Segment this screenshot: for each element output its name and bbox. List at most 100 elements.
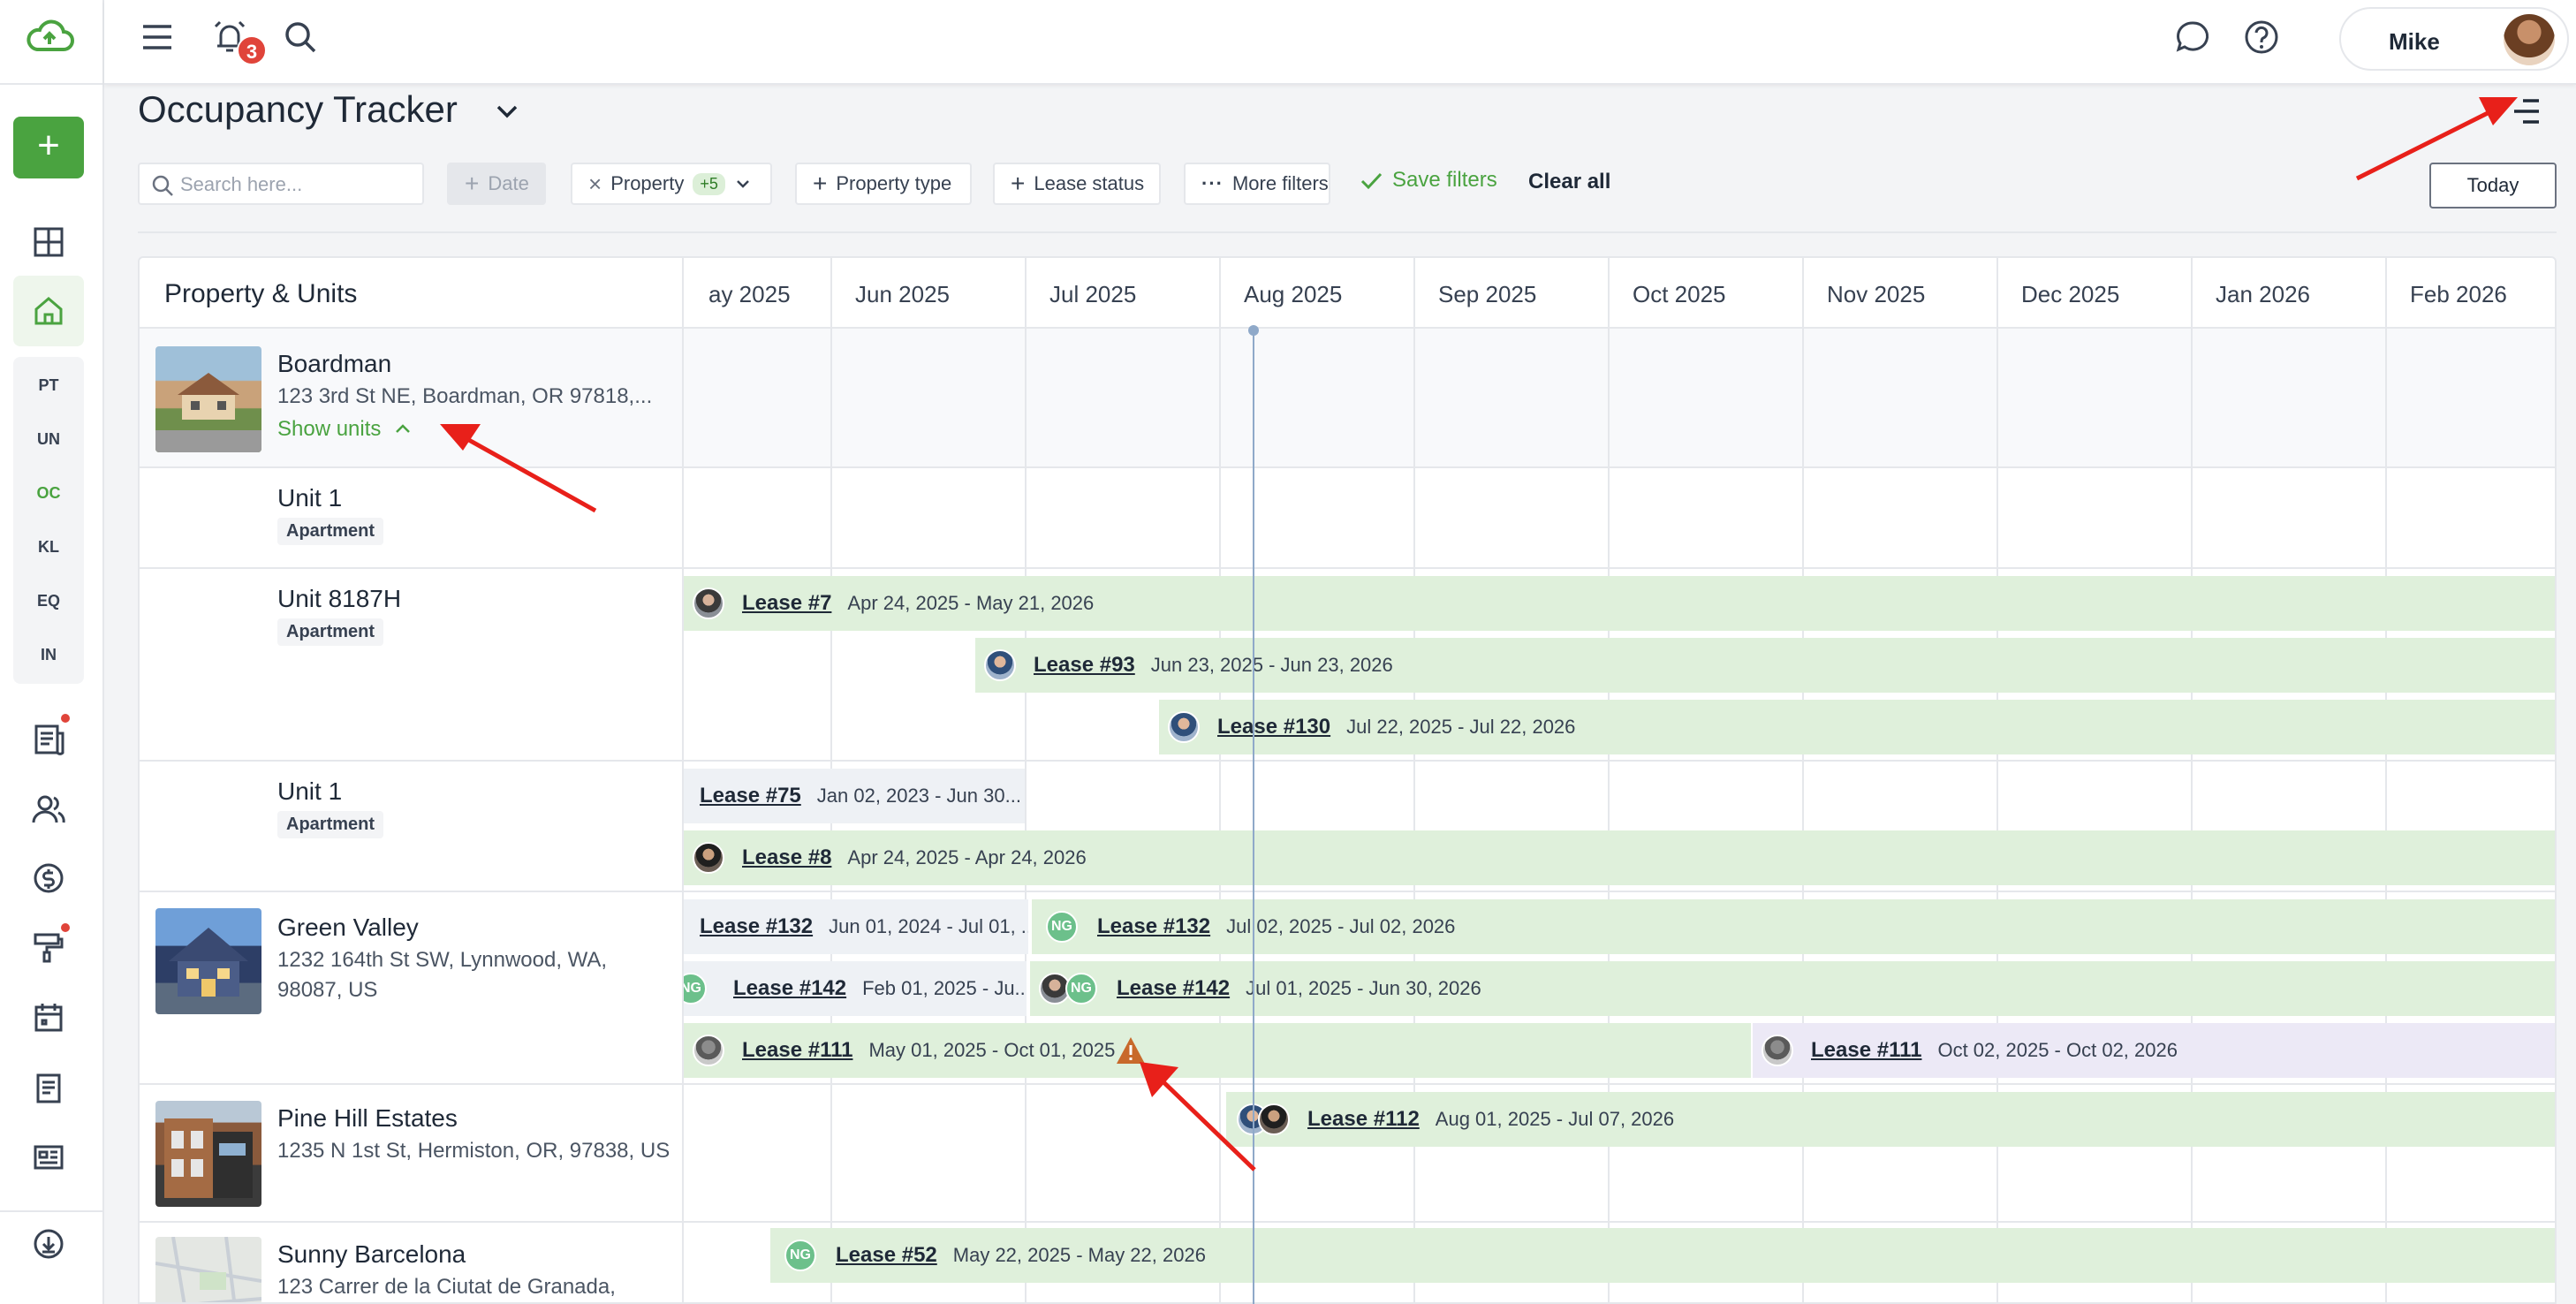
more-filters-label: More filters (1231, 172, 1329, 194)
lease-link[interactable]: Lease #111 (1811, 1038, 1921, 1063)
lease-bar[interactable]: NG Lease #142 Jul 01, 2025 - Jun 30, 202… (1030, 961, 2555, 1016)
chevron-down-icon[interactable] (491, 95, 523, 127)
clear-all-button[interactable]: Clear all (1528, 170, 1610, 194)
lease-link[interactable]: Lease #132 (700, 914, 813, 939)
people-icon[interactable] (29, 790, 68, 829)
grid-line (1996, 258, 1998, 1302)
date-filter-label: Date (488, 172, 529, 194)
search-icon[interactable] (281, 18, 320, 57)
left-rail: + PT UN OC KL EQ IN (0, 0, 104, 1304)
search-icon (152, 175, 173, 196)
home-icon[interactable] (29, 292, 68, 330)
lease-bar[interactable]: NG Lease #52 May 22, 2025 - May 22, 2026 (770, 1228, 2555, 1283)
show-units-label: Show units (277, 417, 382, 441)
search-input[interactable] (180, 171, 410, 198)
property-type-filter-chip[interactable]: + Property type (795, 163, 972, 205)
property-name[interactable]: Green Valley (277, 914, 419, 942)
more-filters-chip[interactable]: ··· More filters (1184, 163, 1330, 205)
paint-roller-icon[interactable] (29, 928, 68, 967)
lease-status-filter-label: Lease status (1034, 172, 1145, 194)
tenant-avatar (984, 649, 1016, 681)
unit-name[interactable]: Unit 8187H (277, 585, 401, 613)
property-name[interactable]: Boardman (277, 350, 391, 378)
month-header: Oct 2025 (1633, 281, 1726, 307)
submenu-item-pt[interactable]: PT (13, 376, 84, 395)
chat-icon[interactable] (2173, 18, 2212, 57)
user-menu[interactable]: Mike (2339, 7, 2569, 71)
lease-link[interactable]: Lease #8 (742, 845, 831, 870)
lease-bar[interactable]: NG Lease #142 Feb 01, 2025 - Ju... (684, 961, 1027, 1016)
tenant-initials-avatar: NG (784, 1240, 816, 1271)
property-type-filter-label: Property type (836, 172, 952, 194)
lease-link[interactable]: Lease #112 (1307, 1107, 1420, 1132)
lease-bar[interactable]: Lease #130 Jul 22, 2025 - Jul 22, 2026 (1159, 700, 2555, 754)
submenu-item-un[interactable]: UN (13, 430, 84, 449)
chevron-up-icon (396, 424, 411, 433)
tenant-initials-avatar: NG (1046, 911, 1078, 943)
submenu-item-in[interactable]: IN (13, 646, 84, 664)
document-icon[interactable] (29, 719, 68, 758)
save-filters-label: Save filters (1392, 168, 1497, 192)
lease-link[interactable]: Lease #75 (700, 784, 801, 808)
lease-bar[interactable]: Lease #132 Jun 01, 2024 - Jul 01, ... (684, 899, 1028, 954)
submenu-item-eq[interactable]: EQ (13, 592, 84, 610)
lease-link[interactable]: Lease #142 (1117, 976, 1230, 1001)
date-filter-chip[interactable]: + Date (447, 163, 546, 205)
submenu-item-oc[interactable]: OC (13, 484, 84, 503)
grid-line (1802, 258, 1804, 1302)
submenu-item-kl[interactable]: KL (13, 538, 84, 557)
plus-icon: + (1011, 170, 1026, 197)
lease-bar[interactable]: Lease #93 Jun 23, 2025 - Jun 23, 2026 (975, 638, 2555, 693)
lease-bar-upcoming[interactable]: Lease #111 Oct 02, 2025 - Oct 02, 2026 (1753, 1023, 2555, 1078)
show-units-toggle[interactable]: Show units (277, 417, 413, 442)
lease-dates: May 22, 2025 - May 22, 2026 (952, 1244, 1206, 1266)
lease-bar[interactable]: Lease #7 Apr 24, 2025 - May 21, 2026 (684, 576, 2555, 631)
lease-link[interactable]: Lease #93 (1034, 653, 1135, 678)
notes-icon[interactable] (29, 1069, 68, 1108)
month-header: Nov 2025 (1827, 281, 1926, 307)
unit-name[interactable]: Unit 1 (277, 777, 342, 806)
lease-bar[interactable]: Lease #8 Apr 24, 2025 - Apr 24, 2026 (684, 830, 2555, 885)
lease-link[interactable]: Lease #52 (836, 1243, 937, 1268)
lease-bar[interactable]: Lease #111 May 01, 2025 - Oct 01, 2025 (684, 1023, 1751, 1078)
hamburger-menu-icon[interactable] (138, 18, 177, 57)
today-button[interactable]: Today (2429, 163, 2557, 208)
cloud-download-icon[interactable] (29, 1224, 68, 1263)
warning-icon[interactable] (1115, 1035, 1147, 1065)
rail-divider (0, 83, 104, 85)
property-filter-chip[interactable]: × Property +5 (571, 163, 772, 205)
notification-dot (61, 923, 70, 932)
month-header: Feb 2026 (2410, 281, 2507, 307)
lease-bar[interactable]: NG Lease #132 Jul 02, 2025 - Jul 02, 202… (1032, 899, 2555, 954)
dashboard-grid-icon[interactable] (29, 223, 68, 262)
month-header: Jul 2025 (1049, 281, 1137, 307)
plus-icon: + (465, 170, 480, 197)
lease-bar[interactable]: Lease #75 Jan 02, 2023 - Jun 30... (684, 769, 1025, 823)
report-icon[interactable] (29, 1138, 68, 1177)
lease-dates: Jan 02, 2023 - Jun 30... (816, 785, 1021, 807)
save-filters-button[interactable]: Save filters (1359, 168, 1497, 193)
lease-link[interactable]: Lease #7 (742, 591, 831, 616)
lease-link[interactable]: Lease #132 (1097, 914, 1210, 939)
unit-type-tag: Apartment (277, 518, 384, 545)
tenant-avatar (693, 588, 724, 619)
grid-line (1608, 258, 1610, 1302)
cloud-logo-icon[interactable] (25, 16, 74, 58)
calendar-icon[interactable] (29, 998, 68, 1037)
dollar-icon[interactable] (29, 859, 68, 898)
property-name[interactable]: Sunny Barcelona (277, 1240, 466, 1269)
add-new-button[interactable]: + (13, 117, 84, 178)
timeline-menu-icon[interactable] (2511, 94, 2546, 129)
lease-link[interactable]: Lease #111 (742, 1038, 852, 1063)
close-icon[interactable]: × (588, 171, 602, 198)
lease-status-filter-chip[interactable]: + Lease status (993, 163, 1161, 205)
lease-bar[interactable]: Lease #112 Aug 01, 2025 - Jul 07, 2026 (1226, 1092, 2555, 1147)
unit-name[interactable]: Unit 1 (277, 484, 342, 512)
avatar (2504, 14, 2555, 65)
lease-link[interactable]: Lease #130 (1217, 715, 1330, 739)
property-name[interactable]: Pine Hill Estates (277, 1104, 458, 1133)
lease-link[interactable]: Lease #142 (733, 976, 846, 1001)
help-icon[interactable] (2242, 18, 2281, 57)
property-address: 1232 164th St SW, Lynnwood, WA, (277, 948, 608, 972)
grid-line (1219, 258, 1221, 1302)
